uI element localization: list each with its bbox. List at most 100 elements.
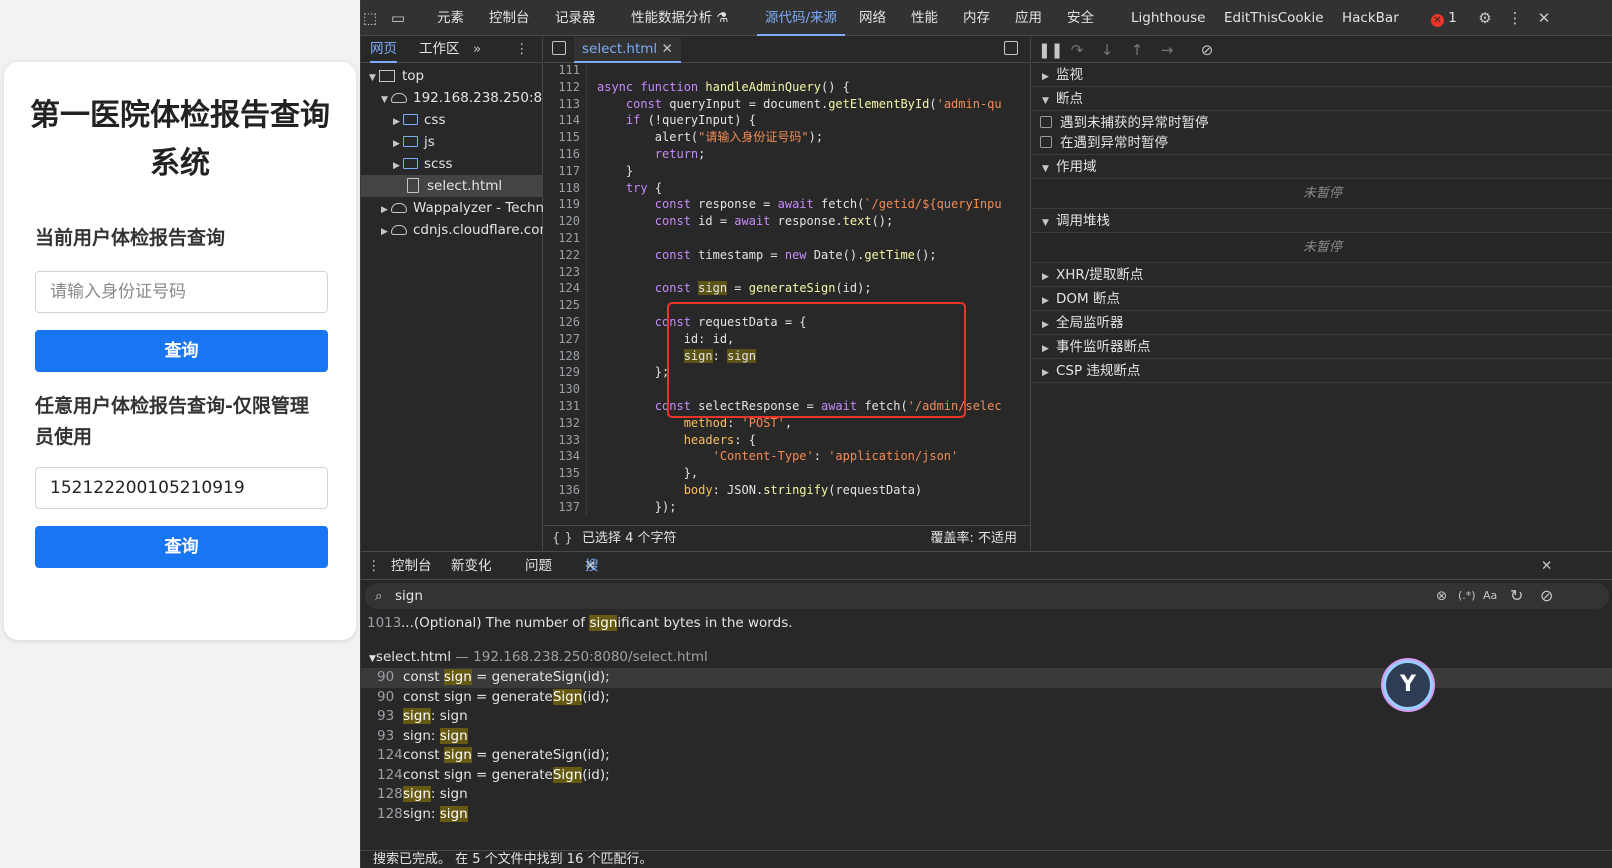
result-row[interactable]: 124const sign = generateSign(id);: [361, 746, 1612, 766]
result-row[interactable]: 128sign: sign: [361, 805, 1612, 825]
section-event-listener-breakpoints[interactable]: ▶ 事件监听器断点: [1032, 335, 1612, 359]
line-number[interactable]: 132: [544, 415, 586, 432]
line-number[interactable]: 136: [544, 482, 586, 499]
clear-results-icon[interactable]: ⊘: [1540, 583, 1553, 609]
tab-elements[interactable]: 元素: [437, 0, 464, 36]
tab-select-html[interactable]: select.html ✕: [574, 37, 681, 63]
result-file-group[interactable]: ▼select.html — 192.168.238.250:8080/sele…: [361, 648, 1612, 668]
section-csp-breakpoints[interactable]: ▶ CSP 违规断点: [1032, 359, 1612, 383]
tab-lighthouse[interactable]: Lighthouse: [1131, 0, 1205, 36]
line-number[interactable]: 113: [544, 96, 586, 113]
code-line[interactable]: 116 return;: [544, 146, 1031, 163]
line-number[interactable]: 125: [544, 297, 586, 314]
code-line[interactable]: 115 alert("请输入身份证号码");: [544, 129, 1031, 146]
tab-application[interactable]: 应用: [1015, 0, 1042, 36]
inspect-element-icon[interactable]: ⬚: [361, 9, 379, 27]
refresh-icon[interactable]: ↻: [1510, 583, 1523, 609]
admin-id-input[interactable]: 152122200105210919: [35, 467, 328, 509]
line-number[interactable]: 117: [544, 163, 586, 180]
tab-recorder[interactable]: 记录器: [555, 0, 596, 36]
line-number[interactable]: 134: [544, 448, 586, 465]
tab-performance[interactable]: 性能: [911, 0, 938, 36]
code-line[interactable]: 121: [544, 230, 1031, 247]
line-number[interactable]: 121: [544, 230, 586, 247]
result-row[interactable]: 93 sign: sign: [361, 707, 1612, 727]
tree-node-cdnjs[interactable]: ▶ cdnjs.cloudflare.com: [361, 219, 543, 241]
more-tabs-icon[interactable]: »: [473, 37, 481, 61]
admin-query-button[interactable]: 查询: [35, 526, 328, 568]
tree-node-top[interactable]: ▼ top: [361, 65, 543, 87]
drawer-tab-console[interactable]: 控制台: [391, 552, 432, 580]
code-line[interactable]: 114 if (!queryInput) {: [544, 112, 1031, 130]
line-number[interactable]: 112: [544, 79, 586, 96]
user-query-button[interactable]: 查询: [35, 330, 328, 372]
step-into-icon[interactable]: ↓: [1098, 41, 1116, 59]
line-number[interactable]: 116: [544, 146, 586, 163]
section-dom-breakpoints[interactable]: ▶ DOM 断点: [1032, 287, 1612, 311]
tab-page[interactable]: 网页: [370, 37, 397, 63]
code-line[interactable]: 123: [544, 263, 1031, 281]
code-line[interactable]: 117 }: [544, 162, 1031, 180]
line-number[interactable]: 114: [544, 112, 586, 129]
match-case-toggle[interactable]: Aa: [1483, 583, 1497, 609]
line-number[interactable]: 133: [544, 432, 586, 449]
line-number[interactable]: 131: [544, 398, 586, 415]
drawer-tab-issues[interactable]: 问题: [525, 552, 552, 580]
tree-node-select-html[interactable]: select.html: [361, 175, 543, 197]
line-number[interactable]: 129: [544, 364, 586, 381]
code-line[interactable]: 133 headers: {: [544, 431, 1031, 449]
section-global-listeners[interactable]: ▶ 全局监听器: [1032, 311, 1612, 335]
pause-icon[interactable]: ❚❚: [1038, 41, 1063, 59]
tree-node-scss[interactable]: ▶ scss: [361, 153, 543, 175]
more-options-icon[interactable]: ⋮: [1506, 9, 1524, 27]
navigator-menu-icon[interactable]: ⋮: [515, 37, 529, 61]
code-line[interactable]: 111: [544, 64, 1031, 79]
code-line[interactable]: 137 });: [544, 498, 1031, 516]
code-line[interactable]: 134 'Content-Type': 'application/json': [544, 448, 1031, 466]
tree-node-css[interactable]: ▶ css: [361, 109, 543, 131]
close-tab-icon[interactable]: ✕: [661, 41, 672, 57]
device-toolbar-icon[interactable]: ▭: [389, 9, 407, 27]
section-scope[interactable]: ▼ 作用域: [1032, 155, 1612, 179]
checkbox[interactable]: [1040, 116, 1052, 128]
code-line[interactable]: 118 try {: [544, 179, 1031, 197]
code-line[interactable]: 135 },: [544, 465, 1031, 482]
line-number[interactable]: 124: [544, 280, 586, 297]
tab-sources[interactable]: 源代码/来源: [756, 0, 846, 36]
line-number[interactable]: 128: [544, 348, 586, 365]
code-line[interactable]: 120 const id = await response.text();: [544, 213, 1031, 230]
toggle-navigator-icon[interactable]: [552, 41, 566, 55]
line-number[interactable]: 126: [544, 314, 586, 331]
code-line[interactable]: 124 const sign = generateSign(id);: [544, 280, 1031, 298]
section-watch[interactable]: ▶ 监视: [1032, 63, 1612, 87]
tree-node-wappalyzer[interactable]: ▶ Wappalyzer - Techno: [361, 197, 543, 219]
tree-node-js[interactable]: ▶ js: [361, 131, 543, 153]
result-row[interactable]: 93 sign: sign: [361, 727, 1612, 747]
search-input[interactable]: ⌕ sign ⊗ (.*) Aa ↻ ⊘: [365, 583, 1609, 609]
clear-search-icon[interactable]: ⊗: [1436, 583, 1447, 609]
result-row[interactable]: 1013...(Optional) The number of signific…: [361, 614, 1612, 634]
pause-caught-option[interactable]: 在遇到异常时暂停: [1032, 131, 1612, 155]
drawer-menu-icon[interactable]: ⋮: [367, 552, 381, 580]
line-number[interactable]: 119: [544, 196, 586, 213]
close-devtools-icon[interactable]: ✕: [1535, 9, 1553, 27]
step-out-icon[interactable]: ↑: [1128, 41, 1146, 59]
tab-performance-insights[interactable]: 性能数据分析 ⚗: [631, 0, 728, 36]
code-line[interactable]: 136 body: JSON.stringify(requestData): [544, 482, 1031, 499]
checkbox[interactable]: [1040, 136, 1052, 148]
close-tab-icon[interactable]: ✕: [585, 552, 596, 580]
tab-hackbar[interactable]: HackBar: [1342, 0, 1399, 36]
pretty-print-icon[interactable]: { }: [552, 526, 573, 551]
tab-network[interactable]: 网络: [859, 0, 886, 36]
toggle-debugger-icon[interactable]: [1004, 41, 1018, 55]
tab-security[interactable]: 安全: [1067, 0, 1094, 36]
error-counter[interactable]: ✕ 1: [1431, 0, 1457, 36]
user-id-input[interactable]: 请输入身份证号码: [35, 271, 328, 313]
line-number[interactable]: 123: [544, 264, 586, 281]
result-row[interactable]: 128sign: sign: [361, 785, 1612, 805]
line-number[interactable]: 135: [544, 465, 586, 482]
tab-memory[interactable]: 内存: [963, 0, 990, 36]
section-breakpoints[interactable]: ▼ 断点: [1032, 87, 1612, 111]
tab-console[interactable]: 控制台: [489, 0, 530, 36]
code-area[interactable]: 111 112 async function handleAdminQuery()…: [544, 64, 1031, 525]
